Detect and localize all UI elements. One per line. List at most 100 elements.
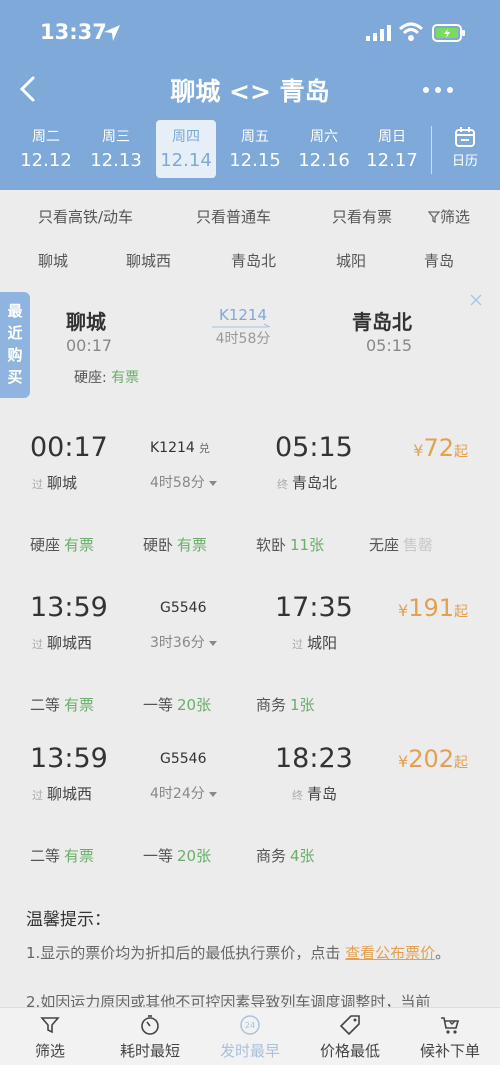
location-arrow-icon xyxy=(104,25,120,41)
train-number-text: K1214 xyxy=(150,440,195,456)
seat-status: 11张 xyxy=(290,536,325,554)
sort-filter-button[interactable]: 筛选 xyxy=(0,1014,100,1061)
date-item[interactable]: 周五 12.15 xyxy=(225,120,285,178)
filter-bar: 只看高铁/动车 只看普通车 只看有票 筛选 xyxy=(0,192,500,237)
date-item[interactable]: 周三 12.13 xyxy=(86,120,146,178)
seat-info: 二等 有票 xyxy=(30,845,94,866)
close-icon[interactable] xyxy=(468,292,484,308)
pass-tag: 过 xyxy=(292,638,303,651)
waitlist-label: 候补下单 xyxy=(419,1042,480,1060)
funnel-icon xyxy=(40,1017,60,1034)
tips-line-1-text: 1.显示的票价均为折扣后的最低执行票价，点击 xyxy=(26,944,341,962)
pass-tag: 过 xyxy=(32,638,43,651)
filter-regular[interactable]: 只看普通车 xyxy=(196,206,271,227)
header: 13:37 聊城 <> 青岛 周二 12.12 周三 12.13 周四 12.14 周… xyxy=(0,0,500,190)
departure-time: 00:17 xyxy=(30,432,108,463)
seat-info: 一等 20张 xyxy=(143,845,211,866)
date-item-selected[interactable]: 周四 12.14 xyxy=(156,120,216,178)
price-currency: ¥ xyxy=(398,752,409,771)
duration-text: 4时24分 xyxy=(150,786,205,802)
sort-earliest-label: 发时最早 xyxy=(219,1042,280,1060)
recent-to-station: 青岛北 xyxy=(352,310,412,334)
recent-purchase-tag: 最近购买 xyxy=(0,292,30,398)
sort-earliest-button[interactable]: 24 发时最早 xyxy=(200,1014,300,1061)
duration-text: 3时36分 xyxy=(150,635,205,651)
filter-available[interactable]: 只看有票 xyxy=(332,206,392,227)
date-item[interactable]: 周二 12.12 xyxy=(16,120,76,178)
date-item[interactable]: 周六 12.16 xyxy=(294,120,354,178)
seat-type: 软卧 xyxy=(256,536,287,554)
arrival-time: 18:23 xyxy=(275,743,353,774)
duration[interactable]: 4时24分 xyxy=(150,783,217,803)
date-weekday: 周五 xyxy=(241,129,269,145)
recent-purchase-card[interactable]: 聊城 00:17 K1214 4时58分 青岛北 05:15 硬座: 有票 xyxy=(36,292,500,398)
divider xyxy=(431,126,432,174)
date-weekday: 周三 xyxy=(102,129,130,145)
terminal-tag: 终 xyxy=(277,478,288,491)
arrival-station-name: 城阳 xyxy=(307,634,338,652)
date-value: 12.13 xyxy=(90,150,142,171)
seat-info: 无座 售罄 xyxy=(369,534,433,555)
price-currency: ¥ xyxy=(398,601,409,620)
arrival-time: 05:15 xyxy=(275,432,353,463)
more-icon[interactable] xyxy=(420,80,456,100)
seat-status: 4张 xyxy=(290,847,315,865)
arrival-station-name: 青岛北 xyxy=(292,474,338,492)
seat-status: 20张 xyxy=(177,847,212,865)
train-row[interactable]: 13:59 过聊城西 G5546 3时36分 17:35 过城阳 ¥191起 二… xyxy=(0,592,500,742)
calendar-label: 日历 xyxy=(451,154,478,169)
status-time: 13:37 xyxy=(40,20,107,44)
train-number: G5546 xyxy=(160,751,206,767)
departure-station: 过聊城西 xyxy=(32,783,92,804)
terminal-tag: 终 xyxy=(292,789,303,802)
departure-station-name: 聊城西 xyxy=(47,634,93,652)
station-option[interactable]: 聊城西 xyxy=(126,250,171,271)
seat-status: 有票 xyxy=(177,536,208,554)
departure-station: 过聊城西 xyxy=(32,632,92,653)
seat-info: 商务 1张 xyxy=(256,694,315,715)
sort-shortest-button[interactable]: 耗时最短 xyxy=(100,1014,200,1061)
recent-seat-label: 硬座: xyxy=(74,370,107,386)
duration[interactable]: 3时36分 xyxy=(150,632,217,652)
price-tag-icon xyxy=(339,1015,360,1036)
station-option[interactable]: 城阳 xyxy=(336,250,366,271)
duration[interactable]: 4时58分 xyxy=(150,472,217,492)
date-weekday: 周二 xyxy=(32,129,60,145)
seat-type: 二等 xyxy=(30,847,61,865)
departure-time: 13:59 xyxy=(30,743,108,774)
train-row[interactable]: 13:59 过聊城西 G5546 4时24分 18:23 终青岛 ¥202起 二… xyxy=(0,743,500,893)
arrival-time: 17:35 xyxy=(275,592,353,623)
date-value: 12.17 xyxy=(366,150,418,171)
seat-type: 商务 xyxy=(256,696,287,714)
departure-station-name: 聊城西 xyxy=(47,785,93,803)
seat-status: 售罄 xyxy=(403,536,434,554)
date-value: 12.12 xyxy=(20,150,72,171)
station-option[interactable]: 聊城 xyxy=(38,250,68,271)
sort-cheapest-label: 价格最低 xyxy=(319,1042,380,1060)
published-fare-link[interactable]: 查看公布票价 xyxy=(345,944,435,962)
date-weekday: 周四 xyxy=(172,129,200,145)
signal-icon xyxy=(366,25,391,41)
train-number: G5546 xyxy=(160,600,206,616)
filter-button[interactable]: 筛选 xyxy=(427,206,470,227)
clock-24-text: 24 xyxy=(245,1021,255,1030)
calendar-button[interactable]: 日历 xyxy=(440,126,490,176)
price-suffix: 起 xyxy=(454,444,468,460)
tips-line-1-end: 。 xyxy=(435,944,451,962)
price-suffix: 起 xyxy=(454,755,468,771)
filter-high-speed[interactable]: 只看高铁/动车 xyxy=(38,206,133,227)
station-option[interactable]: 青岛 xyxy=(424,250,454,271)
sort-cheapest-button[interactable]: 价格最低 xyxy=(300,1014,400,1061)
train-row[interactable]: 00:17 过聊城 K1214 兑 4时58分 05:15 终青岛北 ¥72起 硬… xyxy=(0,432,500,582)
price-value: 191 xyxy=(408,594,454,622)
date-strip: 周二 12.12 周三 12.13 周四 12.14 周五 12.15 周六 12.16 … xyxy=(0,120,430,180)
tips-line-2: 2.如因运力原因或其他不可控因素导致列车调度调整时，当前 xyxy=(26,993,431,1007)
date-item[interactable]: 周日 12.17 xyxy=(362,120,422,178)
waitlist-button[interactable]: 候补下单 xyxy=(400,1014,500,1061)
seat-info: 商务 4张 xyxy=(256,845,315,866)
seat-type: 硬座 xyxy=(30,536,61,554)
seat-status: 有票 xyxy=(64,847,95,865)
station-option[interactable]: 青岛北 xyxy=(231,250,276,271)
seat-type: 二等 xyxy=(30,696,61,714)
cart-icon xyxy=(441,1017,460,1034)
